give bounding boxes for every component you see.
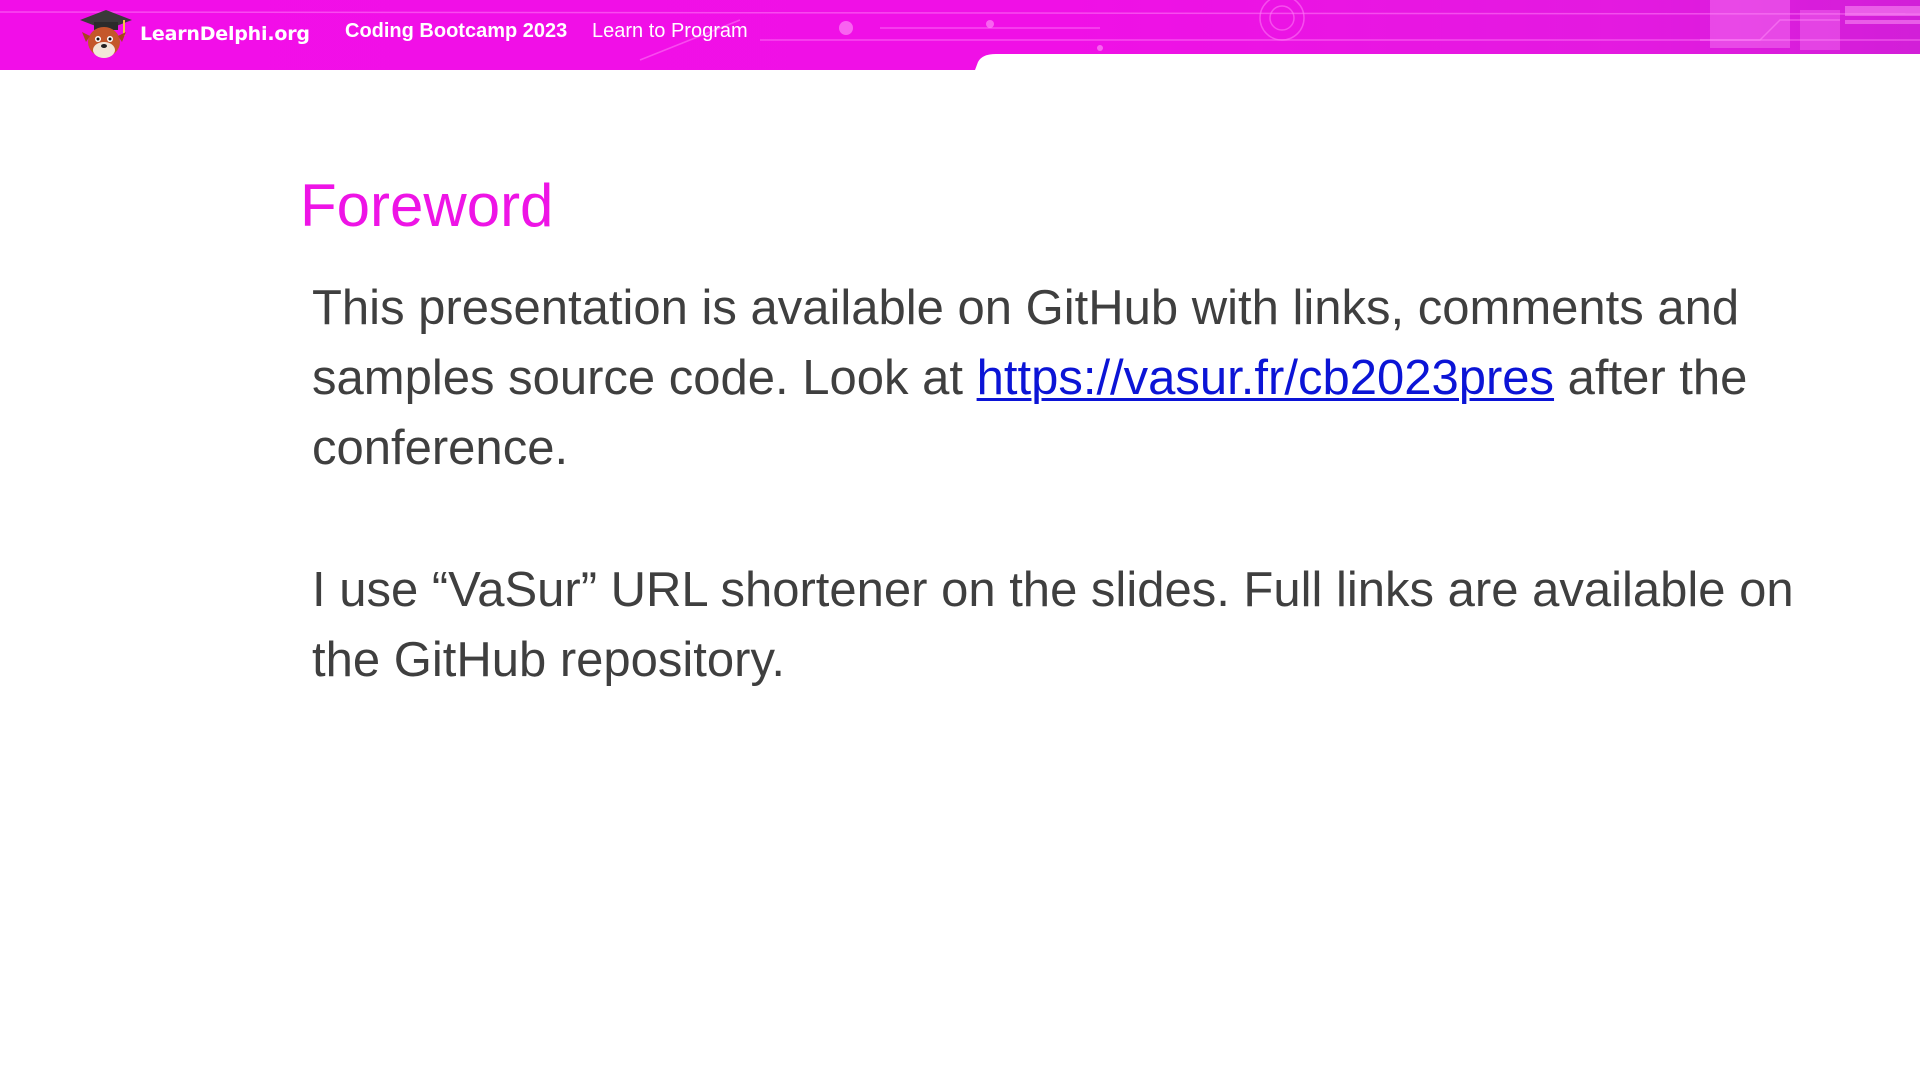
- paragraph-url-shortener: I use “VaSur” URL shortener on the slide…: [312, 563, 1794, 687]
- header-banner: LearnDelphi.org Coding Bootcamp 2023 Lea…: [0, 0, 1920, 70]
- presentation-link[interactable]: https://vasur.fr/cb2023pres: [977, 351, 1554, 405]
- slide-title: Foreword: [300, 172, 554, 239]
- paragraph-github: This presentation is available on GitHub…: [312, 273, 1812, 483]
- site-logo[interactable]: LearnDelphi.org: [74, 6, 310, 62]
- event-title: Coding Bootcamp 2023: [345, 20, 568, 42]
- mascot-logo-icon: [80, 10, 132, 58]
- event-subtitle: Learn to Program: [592, 20, 748, 42]
- logo-text: LearnDelphi.org: [140, 23, 310, 45]
- slide: LearnDelphi.org Coding Bootcamp 2023 Lea…: [0, 0, 1920, 1080]
